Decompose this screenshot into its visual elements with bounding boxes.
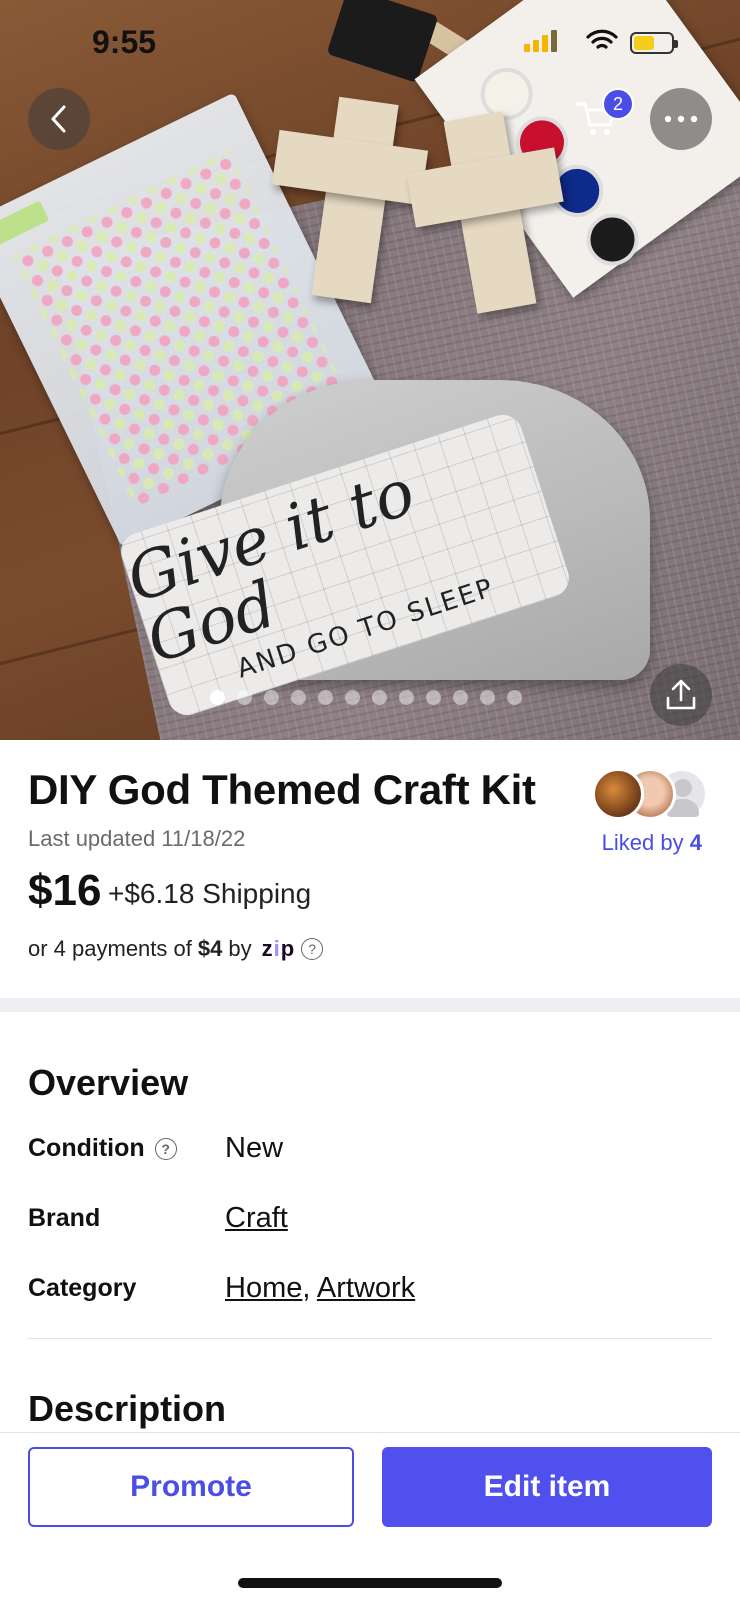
brand-link[interactable]: Craft [225,1202,288,1234]
help-circle-icon[interactable]: ? [301,938,324,960]
condition-value: New [225,1132,284,1164]
pagination-dot[interactable] [264,690,279,705]
pagination-dot[interactable] [210,690,225,705]
pagination-dot[interactable] [480,690,495,705]
last-updated: Last updated 11/18/22 [28,826,246,851]
edit-item-button[interactable]: Edit item [382,1447,712,1527]
action-bar: Promote Edit item [0,1432,740,1600]
liked-by-link[interactable]: Liked by 4 [602,830,702,856]
brand-value: Craft [225,1202,288,1235]
back-arrow-icon [51,105,66,133]
pagination-dot[interactable] [399,690,414,705]
description-heading: Description [28,1388,227,1429]
category-link-home[interactable]: Home [225,1272,302,1304]
liked-by-count: 4 [689,830,702,855]
category-link-artwork[interactable]: Artwork [317,1272,415,1304]
status-time: 9:55 [92,24,157,60]
liker-avatars[interactable] [592,768,712,824]
category-value: Home, Artwork [225,1272,416,1304]
liked-by-label: Liked by [601,830,684,855]
share-icon [666,679,696,710]
cart-count-badge: 2 [602,88,634,120]
pagination-dot[interactable] [291,690,306,705]
pagination-dot[interactable] [318,690,333,705]
pagination-dot[interactable] [237,690,252,705]
pagination-dot[interactable] [507,690,522,705]
listing-title: DIY God Themed Craft Kit [28,766,536,813]
price: $16 [28,866,102,915]
signal-icon [524,30,557,52]
pagination-dot[interactable] [345,690,360,705]
image-pagination[interactable] [210,690,522,705]
condition-label: Condition ? [28,1134,177,1163]
back-button[interactable] [28,88,90,150]
promote-button[interactable]: Promote [28,1447,354,1527]
zip-logo: zip [261,936,296,961]
installments-info: or 4 payments of $4 by zip ? [28,936,324,962]
more-options-button[interactable] [650,88,712,150]
section-divider [0,998,740,1012]
category-label: Category [28,1274,137,1302]
help-circle-icon[interactable]: ? [154,1137,177,1160]
battery-icon [630,32,678,54]
pagination-dot[interactable] [426,690,441,705]
payments-amount: $4 [197,936,223,961]
home-indicator[interactable] [238,1578,502,1588]
status-bar: 9:55 [0,0,740,88]
pagination-dot[interactable] [453,690,468,705]
divider [28,1338,712,1339]
pagination-dot[interactable] [372,690,387,705]
avatar [592,768,644,820]
payments-prefix: or 4 payments of [28,936,192,961]
wood-cross [271,129,429,206]
shipping-cost: +$6.18 Shipping [108,878,312,909]
wifi-icon [586,29,618,49]
payments-by: by [228,936,252,961]
brand-label: Brand [28,1204,101,1232]
share-button[interactable] [650,664,712,726]
overview-heading: Overview [28,1062,189,1103]
more-icon [664,115,698,123]
